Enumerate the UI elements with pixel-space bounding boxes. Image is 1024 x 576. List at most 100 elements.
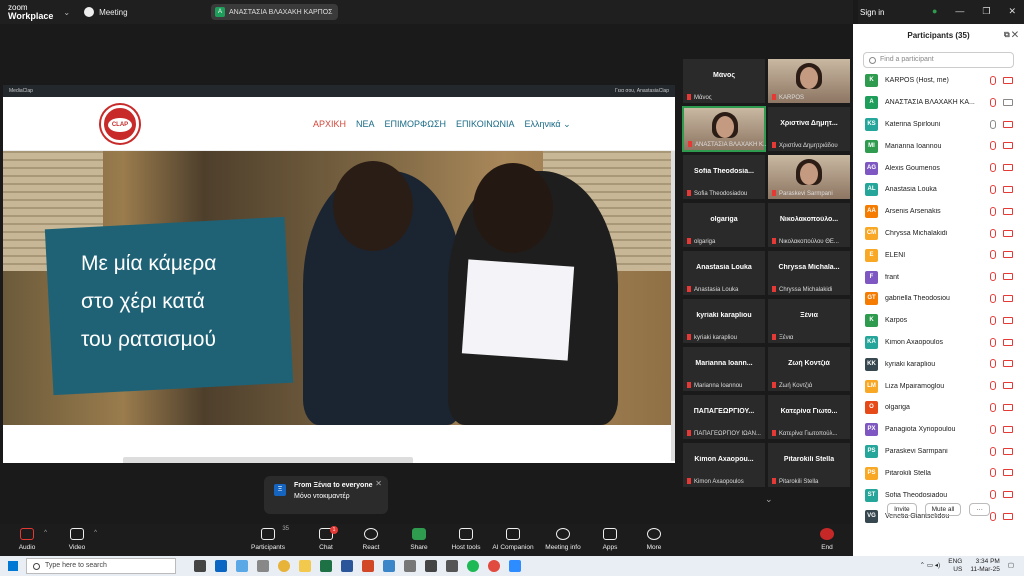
- ai-companion-button[interactable]: AI Companion: [490, 526, 536, 551]
- video-tile[interactable]: ΠΑΠΑΓΕΩΡΓΙΟΥ... ΠΑΠΑΓΕΩΡΓΙΟΥ ΙΩΑΝ...: [682, 394, 766, 440]
- close-icon[interactable]: ✕: [375, 479, 382, 488]
- mute-all-button[interactable]: Mute all: [924, 502, 962, 516]
- video-tile[interactable]: ΑΝΑΣΤΑΣΙΑ ΒΛΑΧΑΚΗ Κ...: [682, 106, 766, 152]
- video-button[interactable]: Video ^: [55, 526, 99, 551]
- clap-logo[interactable]: CLAP: [101, 105, 139, 143]
- video-tile[interactable]: Paraskevi Sarmpani: [767, 154, 851, 200]
- video-tile[interactable]: olgariga olgariga: [682, 202, 766, 248]
- mic-muted-icon[interactable]: [990, 228, 996, 238]
- skype-icon[interactable]: [215, 560, 227, 572]
- caret-icon[interactable]: ^: [44, 530, 47, 536]
- video-tile[interactable]: Sofia Theodosia... Sofia Theodosiadou: [682, 154, 766, 200]
- more-button[interactable]: More: [632, 526, 676, 551]
- participant-row[interactable]: AG Alexis Goumenos: [853, 157, 1024, 179]
- video-tile[interactable]: Μάνος Μάνος: [682, 58, 766, 104]
- camera-icon[interactable]: [1003, 98, 1013, 106]
- spotify-icon[interactable]: [467, 560, 479, 572]
- host-tools-button[interactable]: Host tools: [444, 526, 488, 551]
- app-icon[interactable]: [446, 560, 458, 572]
- participant-row[interactable]: PS Paraskevi Sarmpani: [853, 441, 1024, 463]
- meeting-info-button[interactable]: Meeting info: [541, 526, 585, 551]
- mic-muted-icon[interactable]: [990, 424, 996, 434]
- camera-off-icon[interactable]: [1003, 403, 1013, 411]
- participant-row[interactable]: LM Liza Mpairamoglou: [853, 375, 1024, 397]
- video-tile[interactable]: Marianna Ioann... Marianna Ioannou: [682, 346, 766, 392]
- mic-icon[interactable]: [990, 119, 996, 129]
- react-button[interactable]: React: [349, 526, 393, 551]
- mic-muted-icon[interactable]: [990, 315, 996, 325]
- participant-row[interactable]: AL Anastasia Louka: [853, 179, 1024, 201]
- camera-off-icon[interactable]: [1003, 120, 1013, 128]
- zoom-icon[interactable]: [509, 560, 521, 572]
- video-tile[interactable]: Ζωή Κοντζιά Ζωή Κοντζιά: [767, 346, 851, 392]
- close-icon[interactable]: ✕: [1008, 6, 1016, 17]
- video-tile[interactable]: Ξένια Ξένια: [767, 298, 851, 344]
- menu-language[interactable]: Ελληνικά ⌄: [524, 119, 570, 130]
- camera-off-icon[interactable]: [1003, 207, 1013, 215]
- participant-row[interactable]: PS Pitarokili Stella: [853, 462, 1024, 484]
- apps-button[interactable]: Apps: [588, 526, 632, 551]
- camera-off-icon[interactable]: [1003, 164, 1013, 172]
- video-tile[interactable]: Kimon Axaopou... Kimon Axaopoulos: [682, 442, 766, 488]
- participant-row[interactable]: K KARPOS (Host, me): [853, 70, 1024, 92]
- camera-off-icon[interactable]: [1003, 229, 1013, 237]
- camera-off-icon[interactable]: [1003, 425, 1013, 433]
- participant-row[interactable]: E ELENI: [853, 244, 1024, 266]
- camera-off-icon[interactable]: [1003, 360, 1013, 368]
- scrollbar[interactable]: [671, 151, 675, 461]
- camera-off-icon[interactable]: [1003, 273, 1013, 281]
- mic-muted-icon[interactable]: [990, 402, 996, 412]
- language-indicator[interactable]: ENG US: [948, 558, 962, 574]
- video-tile[interactable]: KARPOS: [767, 58, 851, 104]
- mic-muted-icon[interactable]: [990, 141, 996, 151]
- mic-muted-icon[interactable]: [990, 76, 996, 85]
- chevron-down-icon[interactable]: ⌄: [63, 8, 70, 17]
- speaker-pill[interactable]: A ΑΝΑΣΤΑΣΙΑ ΒΛΑΧΑΚΗ ΚΑΡΠΟΣ: [211, 4, 338, 20]
- mic-muted-icon[interactable]: [990, 272, 996, 282]
- camera-off-icon[interactable]: [1003, 382, 1013, 390]
- mic-muted-icon[interactable]: [990, 468, 996, 478]
- participant-row[interactable]: KK kyriaki karapliou: [853, 353, 1024, 375]
- audio-button[interactable]: Audio ^: [5, 526, 49, 551]
- camera-off-icon[interactable]: [1003, 316, 1013, 324]
- camera-off-icon[interactable]: [1003, 142, 1013, 150]
- task-view-icon[interactable]: [194, 560, 206, 572]
- end-button[interactable]: End: [805, 526, 849, 551]
- chrome-icon[interactable]: [278, 560, 290, 572]
- mic-muted-icon[interactable]: [990, 250, 996, 260]
- camera-off-icon[interactable]: [1003, 185, 1013, 193]
- mic-muted-icon[interactable]: [990, 359, 996, 369]
- participant-row[interactable]: MI Marianna Ioannou: [853, 135, 1024, 157]
- more-options-button[interactable]: ···: [969, 502, 990, 516]
- app-icon[interactable]: [425, 560, 437, 572]
- word-icon[interactable]: [341, 560, 353, 572]
- menu-contact[interactable]: ΕΠΙΚΟΙΝΩΝΙΑ: [456, 119, 514, 130]
- camera-off-icon[interactable]: [1003, 469, 1013, 477]
- invite-button[interactable]: Invite: [887, 502, 917, 516]
- participant-row[interactable]: KA Kimon Axaopoulos: [853, 332, 1024, 354]
- participant-row[interactable]: CM Chryssa Michalakidi: [853, 223, 1024, 245]
- app-icon[interactable]: [236, 560, 248, 572]
- mic-muted-icon[interactable]: [990, 163, 996, 173]
- video-tile[interactable]: Pitarokili Stella Pitarokili Stella: [767, 442, 851, 488]
- chrome-icon[interactable]: [488, 560, 500, 572]
- video-tile[interactable]: kyriaki karapliou kyriaki karapliou: [682, 298, 766, 344]
- participant-row[interactable]: GT gabriella Theodosiou: [853, 288, 1024, 310]
- taskbar-search[interactable]: Type here to search: [26, 558, 176, 574]
- app-icon[interactable]: [383, 560, 395, 572]
- notification-icon[interactable]: ▢: [1008, 562, 1014, 570]
- mic-muted-icon[interactable]: [990, 337, 996, 347]
- video-tile[interactable]: Χριστίνα Δημητ... Χριστίνα Δημητριάδου: [767, 106, 851, 152]
- mic-muted-icon[interactable]: [990, 184, 996, 194]
- camera-off-icon[interactable]: [1003, 338, 1013, 346]
- camera-off-icon[interactable]: [1003, 294, 1013, 302]
- mic-muted-icon[interactable]: [990, 381, 996, 391]
- minimize-icon[interactable]: —: [955, 6, 964, 17]
- chat-notification[interactable]: Ξ ✕ From Ξένια to everyone Μόνο ντοκιμαν…: [264, 476, 388, 514]
- sign-in-button[interactable]: Sign in: [860, 8, 884, 17]
- mic-muted-icon[interactable]: [990, 446, 996, 456]
- popout-close-icon[interactable]: ⧉ ✕: [1004, 30, 1018, 40]
- participant-row[interactable]: AA Arsenis Arsenakis: [853, 201, 1024, 223]
- mic-muted-icon[interactable]: [990, 293, 996, 303]
- zoom-logo[interactable]: zoom Workplace: [8, 4, 53, 21]
